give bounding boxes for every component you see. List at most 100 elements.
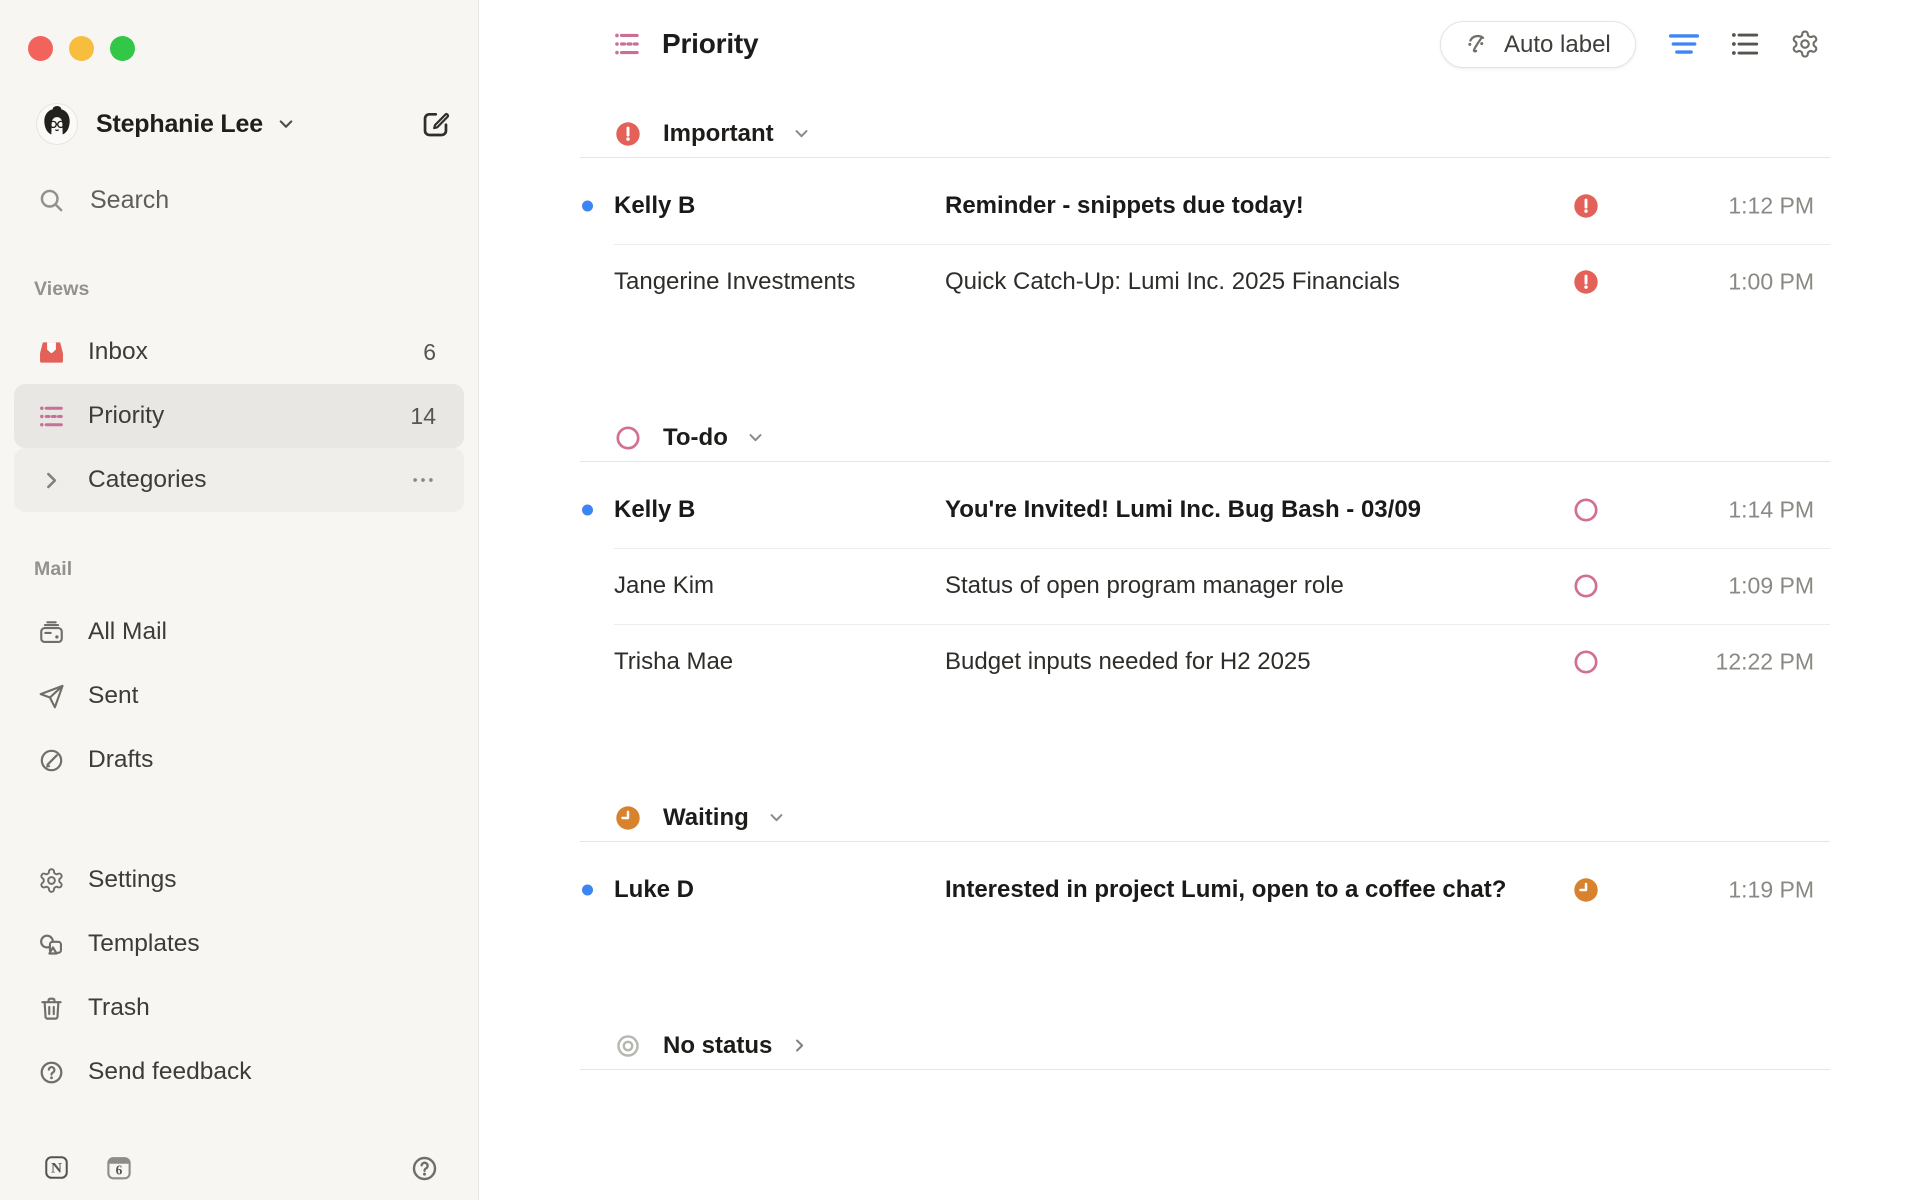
priority-view-icon <box>613 30 641 58</box>
window-controls <box>28 36 135 61</box>
section-title: No status <box>663 1032 772 1060</box>
email-subject: Reminder - snippets due today! <box>945 192 1555 220</box>
sidebar-item-priority[interactable]: Priority14 <box>14 384 464 448</box>
help-icon[interactable] <box>410 1154 439 1183</box>
email-subject: Interested in project Lumi, open to a co… <box>945 876 1555 904</box>
sidebar-item-drafts[interactable]: Drafts <box>14 728 464 792</box>
traffic-light-minimize-button[interactable] <box>69 36 94 61</box>
mail-section-waiting: Waiting Luke DInterested in project Lumi,… <box>580 794 1830 928</box>
email-subject: Budget inputs needed for H2 2025 <box>945 648 1555 676</box>
sidebar-nav: Views Inbox 6 Priority14Categories Mail All M… <box>0 278 478 1104</box>
unread-dot <box>582 885 593 896</box>
section-header-no-status[interactable]: No status <box>580 1022 1830 1070</box>
email-time: 12:22 PM <box>1716 649 1814 676</box>
todo-status-icon[interactable] <box>1573 497 1599 523</box>
email-sender: Trisha Mae <box>614 648 940 676</box>
email-row[interactable]: Kelly BYou're Invited! Lumi Inc. Bug Bas… <box>580 472 1830 548</box>
email-time: 1:14 PM <box>1728 497 1814 524</box>
sidebar-item-label: Drafts <box>88 746 153 774</box>
email-sender: Tangerine Investments <box>614 268 940 296</box>
sidebar-group-label: Mail <box>34 558 478 582</box>
display-options-button[interactable] <box>1727 26 1763 62</box>
sidebar-item-label: Inbox <box>88 338 148 366</box>
section-title: Waiting <box>663 804 749 832</box>
section-header-waiting[interactable]: Waiting <box>580 794 1830 842</box>
search-icon <box>38 187 65 214</box>
account-switcher[interactable]: Stephanie Lee <box>36 102 452 146</box>
chevron-right-icon[interactable] <box>789 1035 810 1056</box>
sidebar-group-label: Views <box>34 278 478 302</box>
email-subject: Status of open program manager role <box>945 572 1555 600</box>
sidebar-item-trash[interactable]: Trash <box>14 976 464 1040</box>
sent-icon <box>38 683 65 710</box>
svg-text:6: 6 <box>116 1163 123 1178</box>
sidebar-item-send-feedback[interactable]: Send feedback <box>14 1040 464 1104</box>
mail-section-no-status: No status <box>580 1022 1830 1070</box>
sidebar-item-templates[interactable]: Templates <box>14 912 464 976</box>
section-rows: Luke DInterested in project Lumi, open t… <box>580 842 1830 928</box>
email-row[interactable]: Luke DInterested in project Lumi, open t… <box>580 852 1830 928</box>
waiting-status-icon[interactable] <box>1573 877 1599 903</box>
traffic-light-close-button[interactable] <box>28 36 53 61</box>
unread-dot <box>582 505 593 516</box>
sidebar-item-label: Trash <box>88 994 150 1022</box>
sidebar-item-categories[interactable]: Categories <box>14 448 464 512</box>
more-options-icon[interactable] <box>410 467 436 493</box>
sidebar-item-all-mail[interactable]: All Mail <box>14 600 464 664</box>
sidebar-item-label: Sent <box>88 682 138 710</box>
compose-button[interactable] <box>418 107 452 141</box>
email-sender: Jane Kim <box>614 572 940 600</box>
main-panel: Priority Auto label ImportantKelly BRemi… <box>480 0 1920 1200</box>
settings-button[interactable] <box>1787 26 1823 62</box>
inbox-count-badge: 6 <box>423 339 436 366</box>
section-header-todo[interactable]: To-do <box>580 414 1830 462</box>
sidebar-group: Settings Templates Trash Send feedback <box>0 848 478 1104</box>
email-subject: You're Invited! Lumi Inc. Bug Bash - 03/… <box>945 496 1555 524</box>
calendar-icon[interactable]: 6 <box>105 1154 133 1182</box>
mail-list: ImportantKelly BReminder - snippets due … <box>580 110 1830 1070</box>
sidebar-footer: N 6 <box>0 1154 478 1184</box>
email-subject: Quick Catch-Up: Lumi Inc. 2025 Financial… <box>945 268 1555 296</box>
sidebar-item-label: Send feedback <box>88 1058 251 1086</box>
email-row[interactable]: Tangerine InvestmentsQuick Catch-Up: Lum… <box>580 244 1830 320</box>
trash-icon <box>38 995 65 1022</box>
chevron-down-icon[interactable] <box>745 427 766 448</box>
traffic-light-zoom-button[interactable] <box>110 36 135 61</box>
todo-status-icon <box>615 425 641 451</box>
important-status-icon[interactable] <box>1573 269 1599 295</box>
chevron-down-icon[interactable] <box>791 123 812 144</box>
section-rows: Kelly BYou're Invited! Lumi Inc. Bug Bas… <box>580 462 1830 700</box>
important-status-icon[interactable] <box>1573 193 1599 219</box>
email-row[interactable]: Kelly BReminder - snippets due today! 1:1… <box>580 168 1830 244</box>
section-header-important[interactable]: Important <box>580 110 1830 158</box>
chevron-right-icon <box>38 467 65 494</box>
templates-icon <box>38 931 65 958</box>
sidebar-item-label: All Mail <box>88 618 167 646</box>
email-row[interactable]: Jane KimStatus of open program manager r… <box>580 548 1830 624</box>
auto-label-button[interactable]: Auto label <box>1440 21 1636 68</box>
svg-text:N: N <box>51 1160 62 1177</box>
email-sender: Kelly B <box>614 192 940 220</box>
email-time: 1:19 PM <box>1728 877 1814 904</box>
search-label: Search <box>90 186 169 215</box>
email-row[interactable]: Trisha MaeBudget inputs needed for H2 20… <box>580 624 1830 700</box>
section-title: To-do <box>663 424 728 452</box>
gear-icon <box>38 867 65 894</box>
search-field[interactable]: Search <box>38 176 169 224</box>
sidebar-group: Mail All Mail Sent Drafts <box>0 558 478 792</box>
sidebar-item-sent[interactable]: Sent <box>14 664 464 728</box>
priority-icon <box>38 403 65 430</box>
notion-logo-icon[interactable]: N <box>43 1154 70 1181</box>
email-sender: Kelly B <box>614 496 940 524</box>
sidebar-item-settings[interactable]: Settings <box>14 848 464 912</box>
waiting-status-icon <box>615 805 641 831</box>
chevron-down-icon[interactable] <box>766 807 787 828</box>
todo-status-icon[interactable] <box>1573 573 1599 599</box>
sidebar-item-label: Settings <box>88 866 177 894</box>
email-time: 1:12 PM <box>1728 193 1814 220</box>
section-title: Important <box>663 120 774 148</box>
todo-status-icon[interactable] <box>1573 649 1599 675</box>
chevron-down-icon[interactable] <box>275 113 297 135</box>
sidebar-item-inbox[interactable]: Inbox 6 <box>14 320 464 384</box>
filter-button[interactable] <box>1666 26 1702 62</box>
